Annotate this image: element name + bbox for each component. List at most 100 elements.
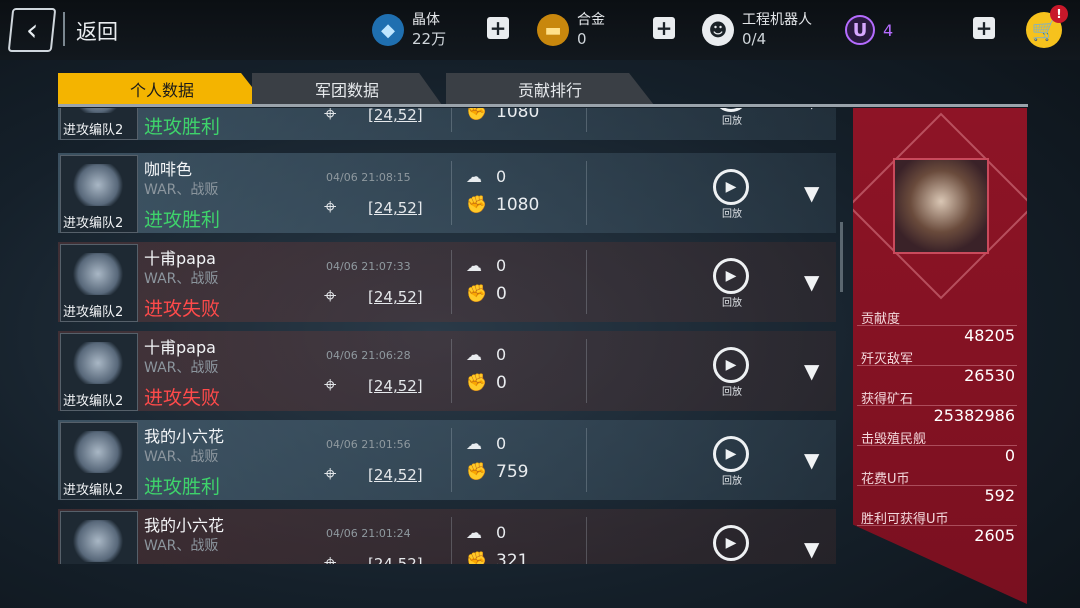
resource-label: 晶体 [412,12,440,28]
fist-icon: ✊ [466,195,488,215]
location-pin-icon: ⌖ [324,373,337,398]
battle-time: 04/06 21:08:15 [326,171,411,184]
fleet-thumbnail [60,511,138,564]
add-ucoin-button[interactable]: + [973,16,995,40]
opponent-name: 十甫papa [144,249,216,268]
ucoin-value: 4 [883,20,894,40]
replay-label[interactable]: 回放 [722,205,742,220]
battle-result: 进攻胜利 [144,476,221,498]
stat-value: 25382986 [933,406,1015,425]
loss-icon: ☁ [466,523,482,542]
location-pin-icon: ⌖ [324,195,337,220]
battle-record-row[interactable]: 进攻编队2 进攻胜利 ⌖ [24,52] ☁ ✊ 1080 ▶ 回放 ▼ [58,108,836,140]
battle-time: 04/06 21:01:24 [326,527,411,540]
battle-record-row[interactable]: 进攻编队2 咖啡色 WAR、战贩 进攻胜利 04/06 21:08:15 ⌖ [… [58,153,836,233]
fleet-thumbnail: 进攻编队2 [60,155,138,233]
loss-icon: ☁ [466,256,482,275]
opponent-alliance: WAR、战贩 [144,271,219,287]
loss-icon: ☁ [466,345,482,364]
back-button[interactable]: ‹ [7,8,57,52]
expand-chevron-icon[interactable]: ▼ [804,108,819,112]
coordinate-link[interactable]: [24,52] [368,288,423,306]
tab-personal[interactable]: 个人数据 [58,73,266,105]
loss-value: 0 [496,345,507,364]
divider [451,250,452,314]
stat-value: 2605 [974,526,1015,545]
battle-record-row[interactable]: 进攻编队2 我的小六花 WAR、战贩 进攻胜利 04/06 21:01:56 ⌖… [58,420,836,500]
play-icon[interactable]: ▶ [713,258,749,294]
scrollbar[interactable] [840,222,843,292]
divider [586,250,587,314]
crystal-icon: ◆ [372,14,404,46]
fist-icon: ✊ [466,462,488,482]
replay-label[interactable]: 回放 [722,383,742,398]
expand-chevron-icon[interactable]: ▼ [804,181,819,205]
coordinate-link[interactable]: [24,52] [368,377,423,395]
fleet-thumbnail: 进攻编队2 [60,333,138,411]
ship-icon [69,431,127,473]
ship-icon [69,520,127,562]
fleet-thumbnail: 进攻编队2 [60,422,138,500]
resource-robot: ☻ 工程机器人 0/4 [702,8,812,52]
coordinate-link[interactable]: [24,52] [368,466,423,484]
fleet-thumbnail: 进攻编队2 [60,244,138,322]
location-pin-icon: ⌖ [324,284,337,309]
opponent-name: 十甫papa [144,338,216,357]
battle-time: 04/06 21:06:28 [326,349,411,362]
cart-icon: 🛒 [1031,18,1057,42]
tab-legion[interactable]: 军团数据 [252,73,442,105]
opponent-alliance: WAR、战贩 [144,449,219,465]
expand-chevron-icon[interactable]: ▼ [804,448,819,472]
add-alloy-button[interactable]: + [653,16,675,40]
divider [586,428,587,492]
play-icon[interactable]: ▶ [713,436,749,472]
play-icon[interactable]: ▶ [713,347,749,383]
resource-crystal: ◆ 晶体 22万 [372,8,446,52]
ucoin-icon: U [845,15,875,45]
battle-result: 进攻失败 [144,298,221,320]
battle-record-row[interactable]: 进攻编队2 十甫papa WAR、战贩 进攻失败 04/06 21:07:33 … [58,242,836,322]
battle-record-list[interactable]: 进攻编队2 进攻胜利 ⌖ [24,52] ☁ ✊ 1080 ▶ 回放 ▼ 进攻编… [58,108,836,564]
ship-icon [69,253,127,295]
expand-chevron-icon[interactable]: ▼ [804,537,819,561]
add-crystal-button[interactable]: + [487,16,509,40]
resource-alloy: ▬ 合金 0 [537,8,605,52]
coordinate-link[interactable]: [24,52] [368,199,423,217]
tab-underline [58,104,1028,107]
fleet-label: 进攻编队2 [63,483,124,498]
battle-record-row[interactable]: 我的小六花 WAR、战贩 04/06 21:01:24 ⌖ [24,52] ☁ … [58,509,836,564]
battle-result: 进攻失败 [144,387,221,409]
replay-label[interactable]: 回放 [722,472,742,487]
power-value: 1080 [496,108,540,122]
resource-value: 0/4 [742,30,767,48]
replay-label[interactable]: 回放 [722,112,742,127]
resource-value: 0 [577,30,587,48]
battle-record-row[interactable]: 进攻编队2 十甫papa WAR、战贩 进攻失败 04/06 21:06:28 … [58,331,836,411]
expand-chevron-icon[interactable]: ▼ [804,270,819,294]
fist-icon: ✊ [466,373,488,393]
fist-icon: ✊ [466,108,488,122]
play-icon[interactable]: ▶ [713,169,749,205]
back-label[interactable]: 返回 [76,16,118,46]
coordinate-link[interactable]: [24,52] [368,555,423,564]
tab-ranking[interactable]: 贡献排行 [446,73,654,105]
location-pin-icon: ⌖ [324,551,337,564]
ship-icon [69,108,127,113]
fist-icon: ✊ [466,551,488,564]
power-value: 759 [496,462,529,482]
notification-badge: ! [1050,5,1068,23]
fleet-label: 进攻编队2 [63,305,124,320]
expand-chevron-icon[interactable]: ▼ [804,359,819,383]
divider [586,108,587,132]
divider [451,161,452,225]
divider [586,339,587,403]
coordinate-link[interactable]: [24,52] [368,108,423,124]
location-pin-icon: ⌖ [324,108,337,127]
resource-value: 22万 [412,30,447,48]
play-icon[interactable]: ▶ [713,525,749,561]
battle-time: 04/06 21:07:33 [326,260,411,273]
commander-avatar [893,158,989,254]
loss-icon: ☁ [466,434,482,453]
replay-label[interactable]: 回放 [722,294,742,309]
battle-result: 进攻胜利 [144,116,221,138]
